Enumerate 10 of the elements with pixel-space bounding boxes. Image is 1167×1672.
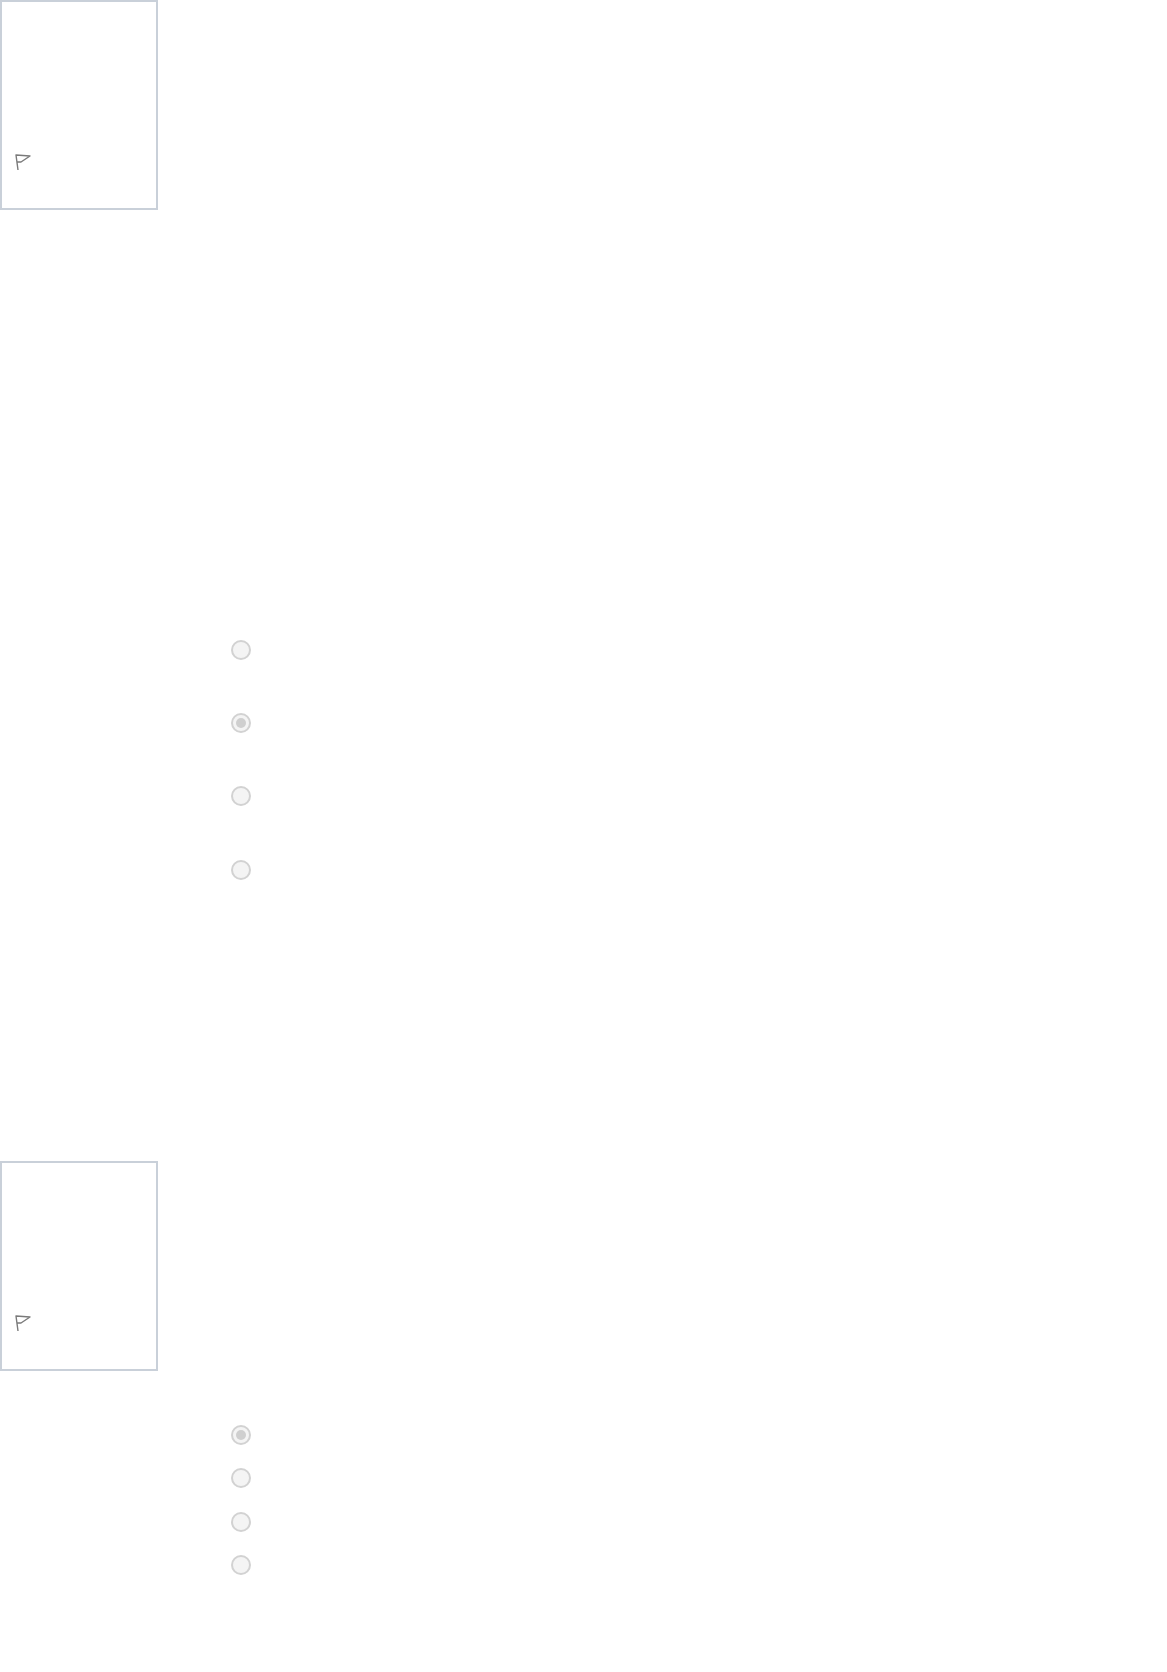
radio-button[interactable]: [231, 859, 251, 880]
flag-icon[interactable]: [15, 1314, 31, 1333]
radio-button[interactable]: [231, 712, 251, 733]
radio-button[interactable]: [231, 1555, 251, 1576]
radio-button[interactable]: [231, 1424, 251, 1445]
flag-icon[interactable]: [15, 153, 31, 171]
radio-button[interactable]: [231, 1468, 251, 1489]
radio-button[interactable]: [231, 786, 251, 807]
radio-button[interactable]: [231, 1511, 251, 1532]
radio-button[interactable]: [231, 639, 251, 660]
